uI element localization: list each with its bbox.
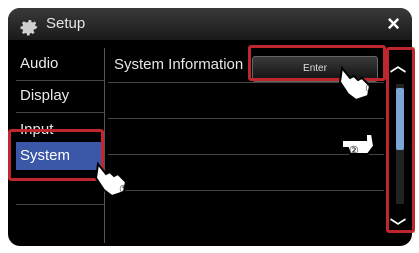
sidebar-separator: [104, 48, 105, 243]
sidebar-item-display[interactable]: Display: [16, 82, 104, 110]
page-title: Setup: [46, 15, 86, 32]
callout-step-3: ③: [365, 83, 375, 95]
row-divider: [108, 190, 384, 191]
sidebar-divider: [16, 80, 104, 81]
highlight-scrollbar: [386, 47, 415, 233]
sidebar-divider: [16, 112, 104, 113]
sidebar-item-audio[interactable]: Audio: [16, 50, 104, 78]
gear-icon: [20, 20, 38, 36]
highlight-system: [8, 129, 104, 181]
header-bar: Setup ×: [8, 8, 412, 40]
row-divider: [108, 118, 384, 119]
close-button[interactable]: ×: [387, 11, 400, 37]
row-label-system-information: System Information: [114, 56, 244, 73]
callout-step-1: ①: [119, 184, 129, 196]
sidebar-divider: [16, 204, 104, 205]
callout-step-2: ②: [349, 145, 359, 157]
